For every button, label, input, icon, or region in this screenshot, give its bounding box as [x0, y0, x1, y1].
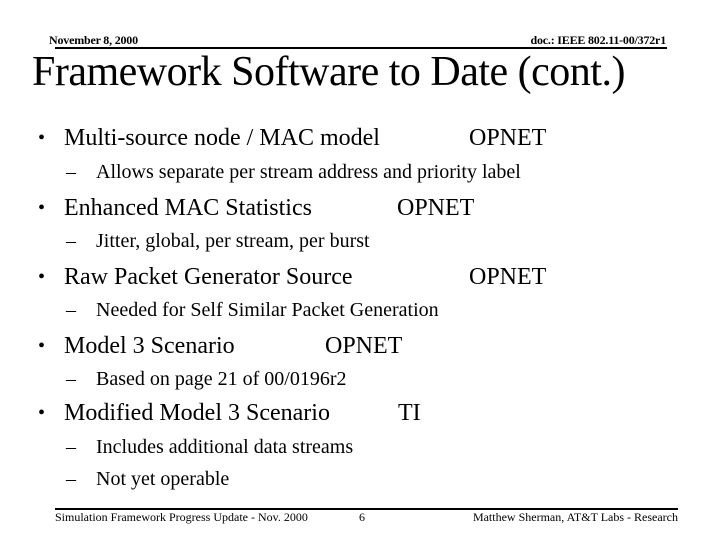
footer-presentation-title: Simulation Framework Progress Update - N… [55, 510, 308, 524]
bullet-text: Enhanced MAC Statistics [64, 195, 312, 221]
bullet-tool-label: OPNET [469, 264, 547, 290]
sub-item-text: Allows separate per stream address and p… [96, 161, 521, 183]
dash-icon: – [66, 161, 76, 183]
footer-page-number: 6 [359, 510, 365, 524]
footer-author: Matthew Sherman, AT&T Labs - Research [472, 510, 678, 524]
bullet-tool-label: TI [398, 400, 421, 426]
dash-icon: – [66, 436, 76, 458]
dash-icon: – [66, 230, 76, 252]
dash-icon: – [66, 299, 76, 321]
bullet-icon: • [38, 266, 46, 288]
bullet-icon: • [38, 402, 46, 424]
bullet-icon: • [38, 335, 46, 357]
dash-icon: – [66, 468, 76, 490]
bullet-tool-label: OPNET [397, 195, 475, 221]
sub-item-text: Based on page 21 of 00/0196r2 [96, 368, 347, 390]
bullet-text: Multi-source node / MAC model [64, 125, 380, 151]
bullet-text: Model 3 Scenario [64, 333, 235, 359]
bullet-icon: • [38, 197, 46, 219]
bullet-tool-label: OPNET [325, 333, 403, 359]
bullet-tool-label: OPNET [469, 125, 547, 151]
dash-icon: – [66, 368, 76, 390]
slide-title: Framework Software to Date (cont.) [32, 49, 625, 95]
bullet-text: Modified Model 3 Scenario [64, 400, 330, 426]
sub-item-text: Includes additional data streams [96, 436, 354, 458]
sub-item-text: Jitter, global, per stream, per burst [96, 230, 370, 252]
sub-item-text: Needed for Self Similar Packet Generatio… [96, 299, 439, 321]
bullet-text: Raw Packet Generator Source [64, 264, 353, 290]
sub-item-text: Not yet operable [96, 468, 230, 490]
bullet-icon: • [38, 127, 46, 149]
